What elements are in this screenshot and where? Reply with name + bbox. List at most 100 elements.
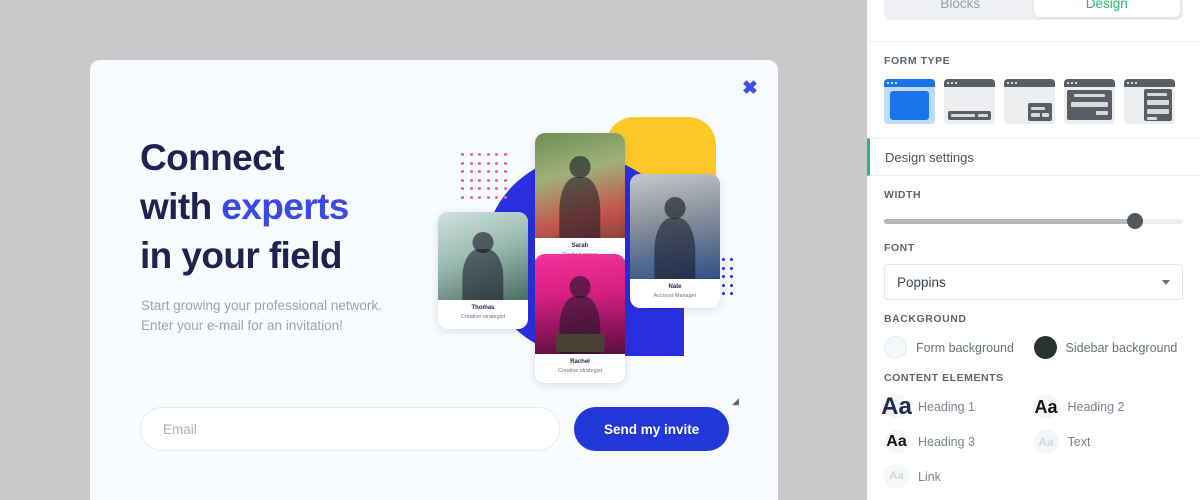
form-type-preview: [1004, 87, 1055, 124]
glyph: Aa: [889, 470, 904, 482]
design-sidebar: Blocks Design FORM TYPE Design settings …: [867, 0, 1200, 500]
content-elements-label: CONTENT ELEMENTS: [884, 372, 1004, 384]
glyph: Aa: [1034, 396, 1058, 417]
person-photo: [535, 254, 625, 354]
form-background-option[interactable]: Form background: [884, 336, 1034, 359]
person-card: Sarah Product owner: [535, 133, 625, 267]
content-element-heading-1[interactable]: Aa Heading 1: [881, 392, 1034, 420]
subcopy-line-1: Start growing your professional network.: [141, 298, 382, 313]
headline-line-2: with experts: [140, 182, 470, 231]
person-photo: [535, 133, 625, 238]
glyph: Aa: [1038, 434, 1054, 449]
content-elements-list: Aa Heading 1 Aa Heading 2 Aa Heading 3 A…: [881, 392, 1184, 489]
slider-fill: [884, 219, 1136, 224]
person-photo: [630, 174, 720, 279]
design-settings-row[interactable]: Design settings: [867, 138, 1200, 176]
form-type-option-center-banner[interactable]: [1064, 79, 1115, 124]
form-type-option-bottom-bar[interactable]: [944, 79, 995, 124]
background-section: BACKGROUND Form background Sidebar backg…: [867, 300, 1200, 359]
width-section: WIDTH: [867, 176, 1200, 229]
window-titlebar: [1124, 79, 1175, 87]
person-name: Rachel: [570, 359, 590, 365]
window-titlebar: [884, 79, 935, 87]
form-type-option-popup[interactable]: [884, 79, 935, 124]
headline-line-3: in your field: [140, 235, 342, 276]
link-icon: Aa: [884, 464, 909, 489]
heading-3-icon: Aa: [884, 429, 909, 454]
laptop-icon: [555, 334, 605, 352]
content-element-text[interactable]: Aa Text: [1033, 429, 1184, 454]
tab-blocks[interactable]: Blocks: [887, 0, 1034, 17]
panel-tabs: Blocks Design: [884, 0, 1183, 20]
font-section: FONT Poppins: [867, 229, 1200, 300]
color-swatch-icon[interactable]: [1033, 336, 1057, 359]
person-photo: [438, 212, 528, 300]
font-select[interactable]: Poppins: [884, 264, 1183, 300]
form-type-preview: [1124, 87, 1175, 124]
person-card: Nate Account Manager: [630, 174, 720, 308]
form-preview-modal: ✖ Connect with experts in your field Sta…: [90, 60, 778, 500]
screen: ✖ Connect with experts in your field Sta…: [0, 0, 1200, 500]
content-element-heading-3[interactable]: Aa Heading 3: [884, 429, 1034, 454]
person-role: Creative strategist: [557, 368, 603, 374]
content-elements-section: CONTENT ELEMENTS Aa Heading 1 Aa Heading…: [867, 359, 1200, 489]
person-silhouette: [462, 248, 504, 300]
person-role: Account Manager: [653, 293, 697, 299]
subcopy: Start growing your professional network.…: [141, 296, 441, 336]
width-slider[interactable]: [884, 213, 1183, 229]
window-titlebar: [944, 79, 995, 87]
color-swatch-icon[interactable]: [884, 336, 907, 359]
email-field[interactable]: [140, 407, 560, 451]
form-type-option-slide-in[interactable]: [1004, 79, 1055, 124]
glyph: Aa: [881, 392, 912, 420]
person-card: Rachel Creative strategist: [535, 254, 625, 383]
content-element-label: Text: [1067, 434, 1091, 449]
invite-form: Send my invite: [140, 407, 730, 451]
form-type-preview: [884, 87, 935, 124]
page-title: Connect with experts in your field: [140, 133, 470, 280]
content-element-link[interactable]: Aa Link: [884, 464, 1034, 489]
font-select-value: Poppins: [897, 274, 946, 290]
person-card: Thomas Creative strategist: [438, 212, 528, 329]
form-type-section: FORM TYPE: [867, 42, 1200, 124]
content-element-heading-2[interactable]: Aa Heading 2: [1033, 394, 1184, 419]
glyph: Aa: [886, 432, 907, 450]
headline-line-2-pre: with: [140, 186, 222, 227]
person-name: Sarah: [571, 243, 589, 249]
close-icon[interactable]: ✖: [739, 78, 761, 100]
form-type-options: [884, 79, 1183, 124]
window-titlebar: [1064, 79, 1115, 87]
person-silhouette: [559, 177, 601, 238]
person-name: Thomas: [471, 305, 495, 311]
headline-accent: experts: [221, 186, 349, 227]
pink-dot-grid: [461, 153, 507, 199]
tab-design[interactable]: Design: [1033, 0, 1180, 17]
heading-1-icon: Aa: [881, 392, 912, 420]
resize-handle-icon[interactable]: ◢: [732, 397, 741, 406]
window-titlebar: [1004, 79, 1055, 87]
content-element-label: Link: [918, 469, 941, 484]
person-caption: Nate Account Manager: [630, 279, 720, 308]
person-caption: Thomas Creative strategist: [438, 300, 528, 329]
text-icon: Aa: [1033, 429, 1059, 454]
slider-thumb[interactable]: [1127, 213, 1144, 229]
chevron-down-icon: [1162, 279, 1170, 285]
person-role: Creative strategist: [460, 314, 506, 320]
width-label: WIDTH: [884, 189, 922, 201]
person-name: Nate: [668, 284, 682, 290]
collage-illustration: Thomas Creative strategist Sarah Product…: [438, 100, 748, 410]
content-element-label: Heading 3: [918, 434, 975, 449]
sidebar-background-option[interactable]: Sidebar background: [1033, 336, 1184, 359]
form-type-preview: [1064, 87, 1115, 124]
form-type-preview: [944, 87, 995, 124]
person-silhouette: [654, 218, 696, 279]
background-label: BACKGROUND: [884, 313, 967, 325]
form-type-option-sidebar[interactable]: [1124, 79, 1175, 124]
headline-line-1: Connect: [140, 137, 284, 178]
subcopy-line-2: Enter your e-mail for an invitation!: [141, 318, 343, 333]
background-options: Form background Sidebar background: [884, 336, 1183, 359]
send-invite-button[interactable]: Send my invite: [574, 407, 730, 451]
form-type-label: FORM TYPE: [884, 55, 951, 67]
person-caption: Rachel Creative strategist: [535, 354, 625, 383]
sidebar-background-label: Sidebar background: [1065, 340, 1178, 355]
